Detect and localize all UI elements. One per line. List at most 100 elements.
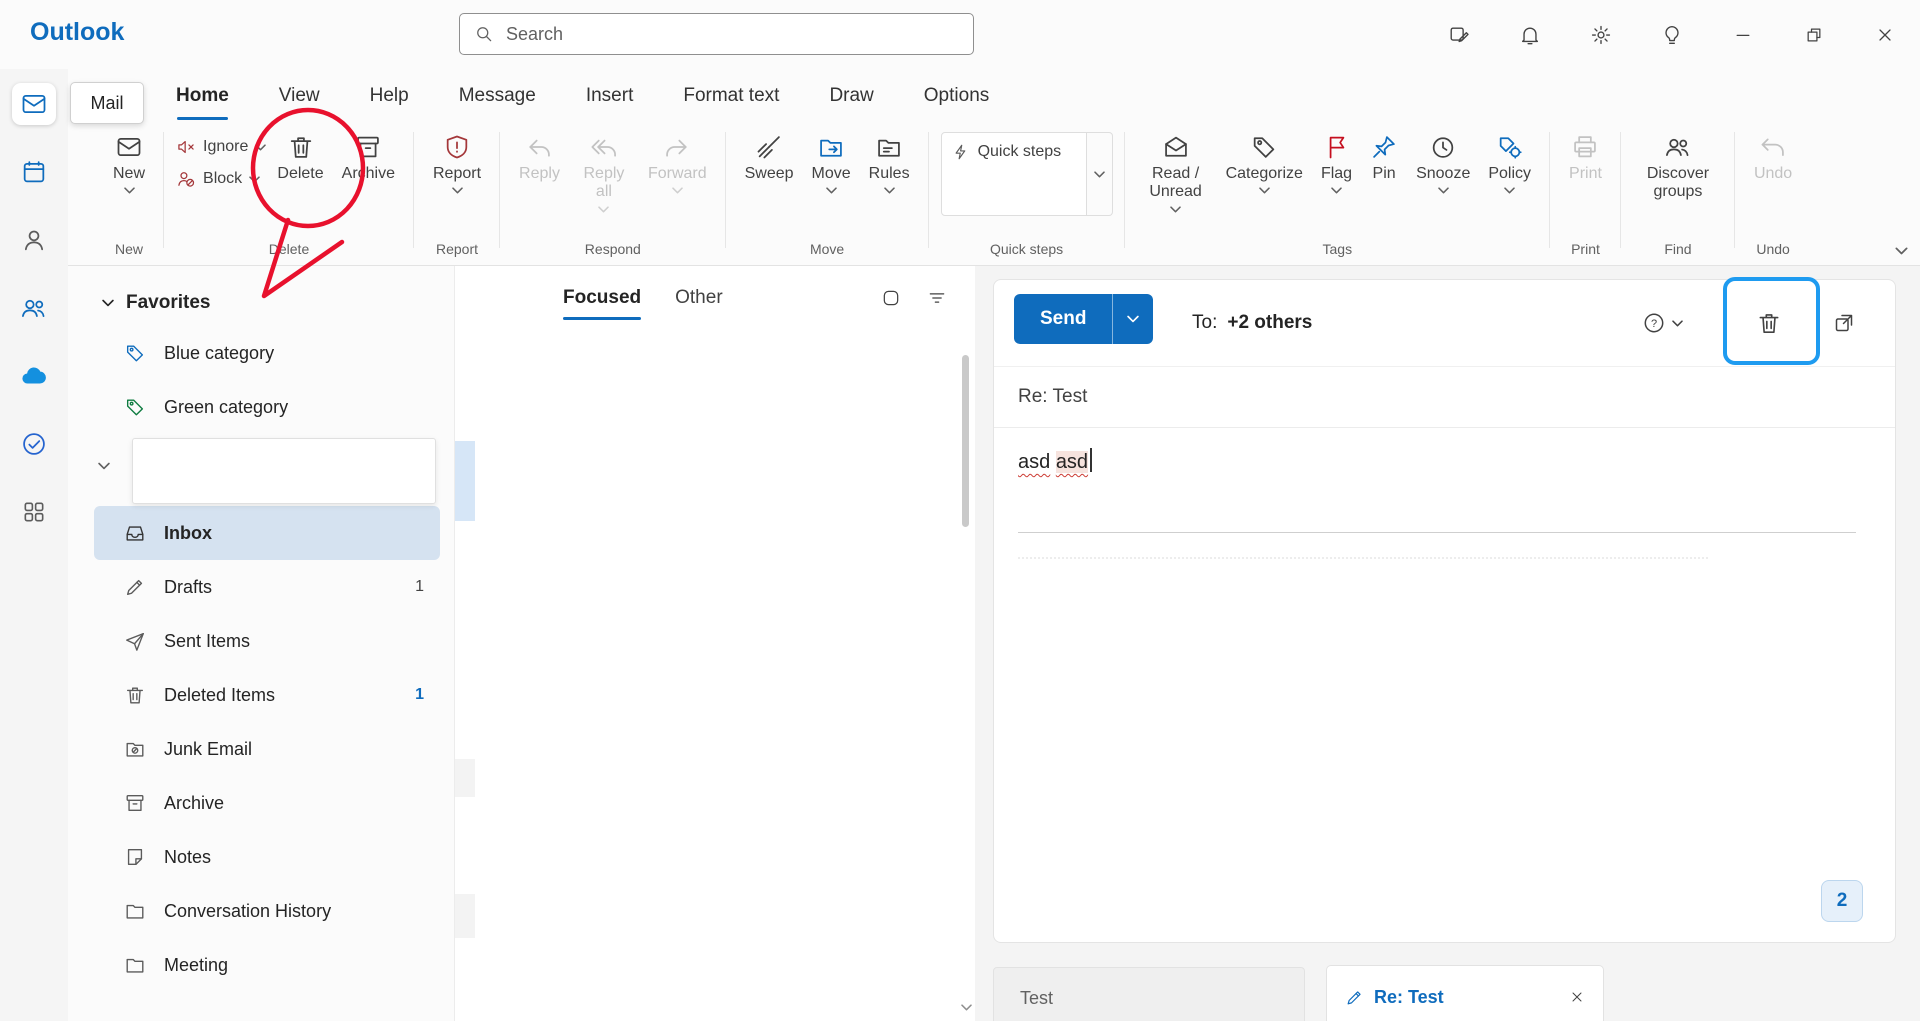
list-scrollbar-thumb[interactable] [962,355,969,527]
tag-blue-icon [124,342,148,364]
folder-item-notes[interactable]: Notes [94,830,440,884]
folder-icon [124,954,148,976]
pin-label: Pin [1372,165,1396,182]
select-messages-button[interactable] [881,288,901,308]
feedback-button[interactable] [1423,0,1494,69]
sweep-label: Sweep [744,165,794,182]
discard-draft-button[interactable] [1756,280,1782,366]
appbar-people[interactable] [12,219,56,261]
tab-insert[interactable]: Insert [586,85,634,107]
notes-icon [124,846,148,868]
subject-field[interactable]: Re: Test [994,367,1895,428]
tab-message[interactable]: Message [459,85,536,107]
collapse-ribbon-button[interactable] [1895,247,1908,255]
to-label: To: [1192,312,1218,333]
tab-view[interactable]: View [279,85,320,107]
tab-options[interactable]: Options [924,85,989,107]
print-button[interactable]: Print [1562,128,1609,188]
junk-folder-icon [124,738,148,760]
folder-item-drafts[interactable]: Drafts 1 [94,560,440,614]
appbar-onedrive[interactable] [12,355,56,397]
close-button[interactable] [1849,0,1920,69]
chevron-down-icon [1672,319,1683,326]
tag-icon [1254,137,1275,158]
appbar-more-apps[interactable] [12,491,56,533]
settings-button[interactable] [1565,0,1636,69]
undo-button[interactable]: Undo [1747,128,1799,188]
archive-icon [124,792,148,814]
folder-item-inbox[interactable]: Inbox [94,506,440,560]
calendar-icon [23,161,45,183]
pin-button[interactable]: Pin [1363,128,1405,188]
folder-item-deleted-items[interactable]: Deleted Items 1 [94,668,440,722]
minimize-button[interactable] [1707,0,1778,69]
tab-format-text[interactable]: Format text [683,85,779,107]
folder-item-sent-items[interactable]: Sent Items [94,614,440,668]
active-draft-tab[interactable]: Re: Test [1326,965,1604,1021]
forward-button[interactable]: Forward [641,128,714,199]
folder-item-conversation-history[interactable]: Conversation History [94,884,440,938]
flag-button[interactable]: Flag [1314,128,1359,199]
move-button[interactable]: Move [805,128,858,199]
folder-item-junk-email[interactable]: Junk Email [94,722,440,776]
folder-rename-input[interactable] [132,438,436,504]
report-button[interactable]: Report [426,128,488,199]
delete-button[interactable]: Delete [270,128,330,188]
folder-item-meeting[interactable]: Meeting [94,938,440,992]
tab-focused[interactable]: Focused [563,287,642,320]
scrollbar-down-arrow[interactable] [961,1004,972,1011]
reply-button[interactable]: Reply [512,128,567,188]
help-button[interactable]: ? [1642,280,1683,366]
chevron-down-icon[interactable] [98,462,110,470]
tips-button[interactable] [1636,0,1707,69]
thread-message-tab[interactable]: Test [993,967,1305,1021]
folder-item-archive[interactable]: Archive [94,776,440,830]
new-mail-button[interactable]: New [106,128,152,199]
close-draft-button[interactable] [1569,989,1585,1005]
appbar-calendar[interactable] [12,151,56,193]
notifications-button[interactable] [1494,0,1565,69]
ignore-button[interactable]: Ignore [176,137,267,157]
appbar-mail[interactable] [12,83,56,125]
tab-draw[interactable]: Draw [829,85,873,107]
compose-body[interactable]: asd asd [994,428,1895,579]
titlebar-icons [1423,0,1920,69]
quick-steps-expand-button[interactable] [1086,132,1113,216]
open-in-new-window-button[interactable] [1832,280,1856,366]
pencil-icon [1347,990,1361,1004]
favorites-header[interactable]: Favorites [68,280,454,326]
send-options-button[interactable] [1112,294,1154,344]
appbar-groups[interactable] [12,287,56,329]
tab-home[interactable]: Home [176,85,229,120]
appbar-todo[interactable] [12,423,56,465]
recipients-summary[interactable]: To: +2 others [1192,280,1312,366]
archive-button[interactable]: Archive [335,128,402,188]
folder-item-green-category[interactable]: Green category [94,380,440,434]
pin-icon [1373,136,1395,158]
discover-groups-button[interactable]: Discover groups [1633,128,1723,207]
folder-label: Notes [164,846,212,867]
snooze-button[interactable]: Snooze [1409,128,1477,199]
outlook-app: Outlook Search Mail Home View Help Messa… [0,0,1920,1021]
reply-all-button[interactable]: Reply all [571,128,637,218]
read-unread-button[interactable]: Read / Unread [1137,128,1215,218]
tab-other[interactable]: Other [675,287,723,309]
maximize-button[interactable] [1778,0,1849,69]
printer-icon [1574,136,1597,158]
search-box[interactable]: Search [459,13,974,55]
chevron-down-icon [883,187,895,194]
sweep-button[interactable]: Sweep [738,128,801,188]
filter-button[interactable] [927,288,947,308]
chevron-down-icon [255,143,267,150]
policy-button[interactable]: Policy [1481,128,1538,199]
folder-label: Conversation History [164,900,332,921]
quick-steps-box[interactable]: Quick steps [940,132,1087,216]
flag-label: Flag [1320,165,1353,182]
categorize-button[interactable]: Categorize [1219,128,1310,199]
block-button[interactable]: Block [176,169,260,189]
tab-help[interactable]: Help [370,85,409,107]
mail-chip: Mail [70,82,144,124]
rules-button[interactable]: Rules [862,128,917,199]
folder-item-blue-category[interactable]: Blue category [94,326,440,380]
send-button[interactable]: Send [1014,294,1113,344]
